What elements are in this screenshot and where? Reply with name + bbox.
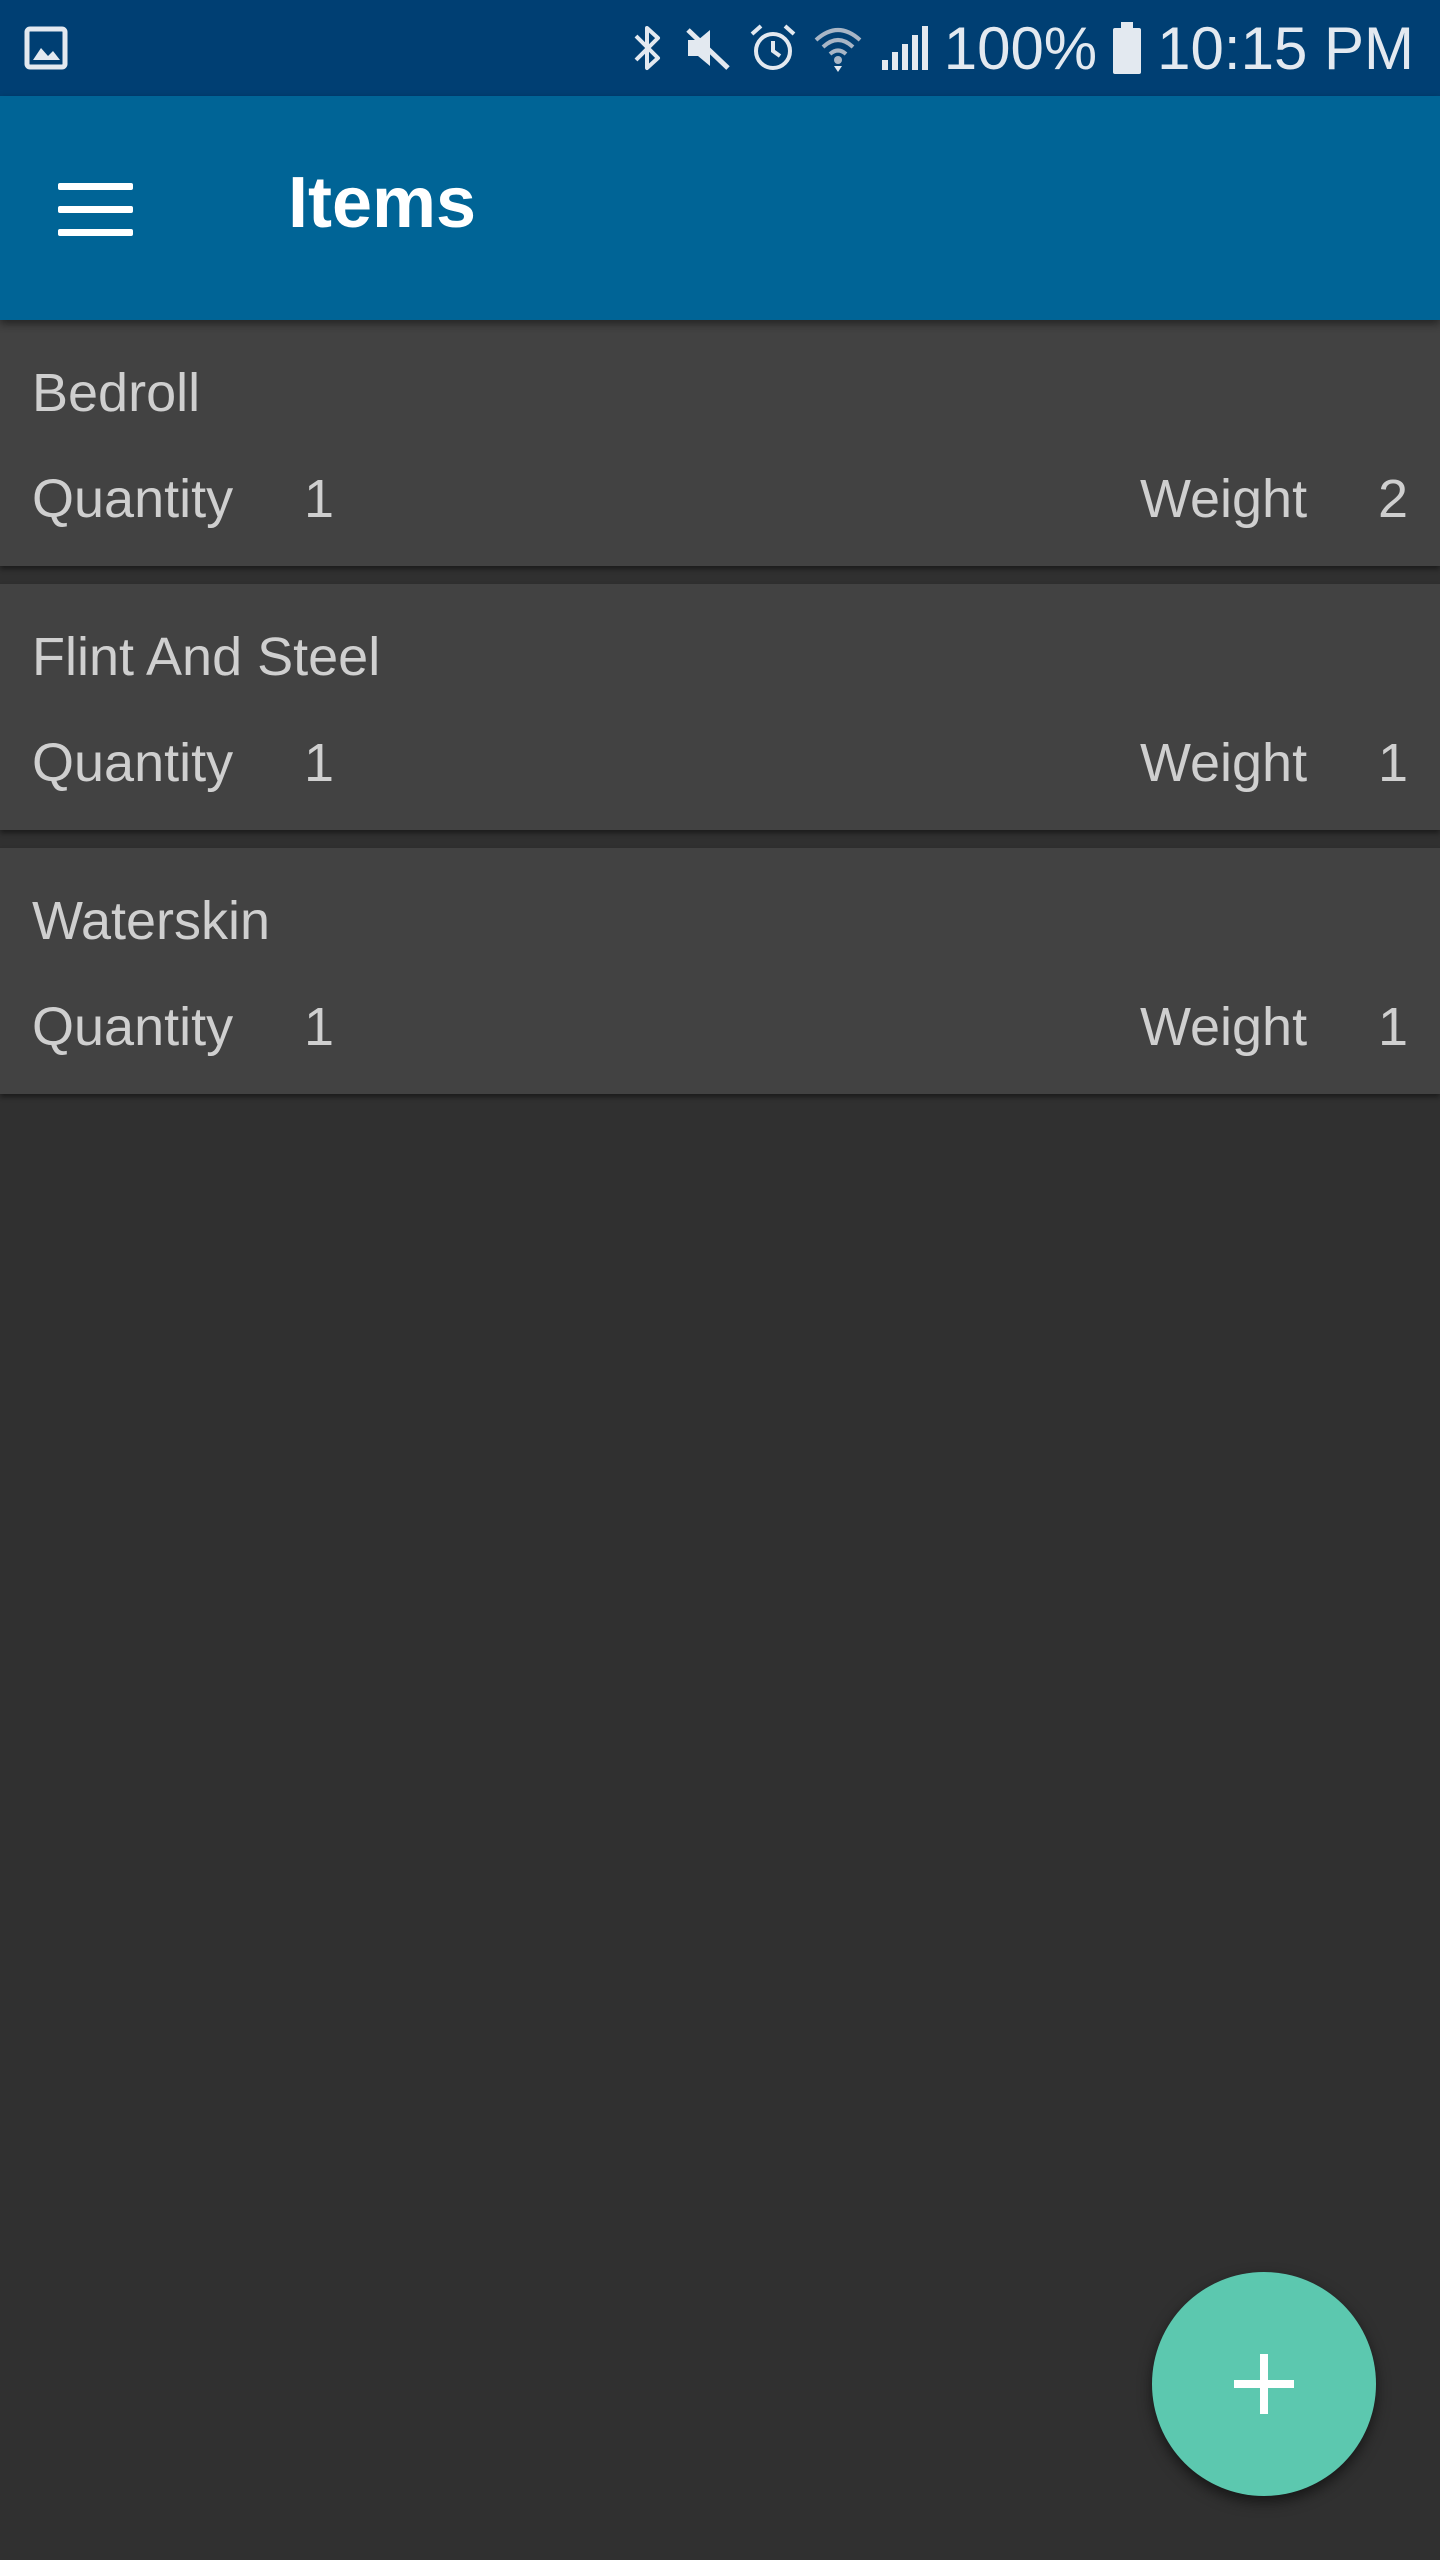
- alarm-icon: [748, 22, 798, 74]
- quantity-label: Quantity: [32, 469, 234, 529]
- quantity-value: 1: [304, 469, 335, 529]
- weight-label: Weight: [1140, 469, 1308, 529]
- battery-percent: 100%: [943, 14, 1098, 82]
- clock: 10:15 PM: [1157, 14, 1414, 82]
- battery-icon: [1111, 20, 1143, 76]
- item-card[interactable]: Waterskin Quantity 1 Weight 1: [0, 848, 1440, 1094]
- app-bar: Items: [0, 96, 1440, 320]
- weight-value: 1: [1377, 997, 1408, 1057]
- page-title: Items: [288, 163, 477, 243]
- mute-icon: [682, 22, 734, 74]
- item-name: Waterskin: [32, 891, 271, 951]
- hamburger-menu-icon[interactable]: [40, 166, 150, 254]
- items-list: Bedroll Quantity 1 Weight 2 Flint And St…: [0, 320, 1440, 1112]
- item-name: Bedroll: [32, 363, 201, 423]
- quantity-label: Quantity: [32, 997, 234, 1057]
- item-card[interactable]: Flint And Steel Quantity 1 Weight 1: [0, 584, 1440, 830]
- gallery-icon: [24, 26, 68, 70]
- quantity-value: 1: [304, 733, 335, 793]
- item-card[interactable]: Bedroll Quantity 1 Weight 2: [0, 320, 1440, 566]
- add-item-button[interactable]: [1152, 2272, 1376, 2496]
- weight-label: Weight: [1140, 733, 1308, 793]
- quantity-label: Quantity: [32, 733, 234, 793]
- bluetooth-icon: [628, 22, 668, 74]
- signal-icon: [878, 22, 930, 74]
- item-name: Flint And Steel: [32, 627, 381, 687]
- status-bar: 100% 10:15 PM: [0, 0, 1440, 96]
- wifi-icon: [812, 22, 864, 74]
- plus-icon: [1234, 2354, 1294, 2414]
- weight-label: Weight: [1140, 997, 1308, 1057]
- status-icons: 100% 10:15 PM: [628, 0, 1414, 96]
- weight-value: 1: [1377, 733, 1408, 793]
- quantity-value: 1: [304, 997, 335, 1057]
- weight-value: 2: [1377, 469, 1408, 529]
